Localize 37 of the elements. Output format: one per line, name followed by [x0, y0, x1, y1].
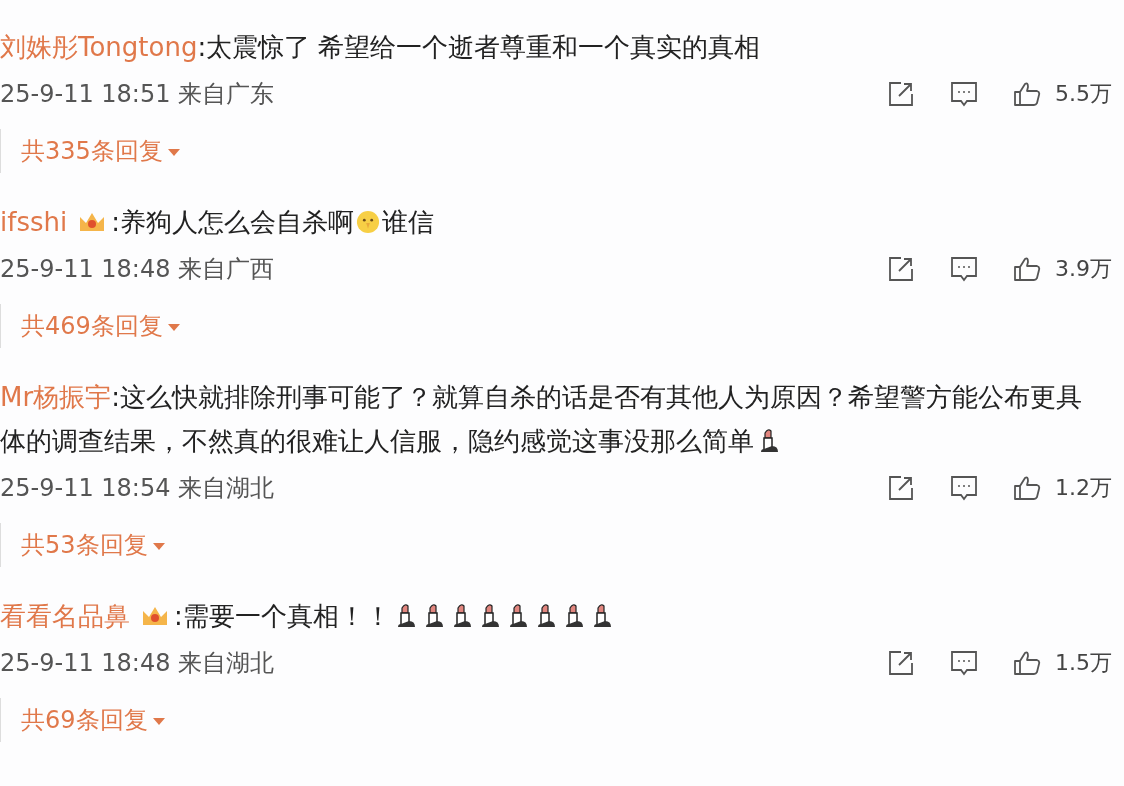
like-count: 5.5万 [1055, 80, 1112, 108]
share-icon[interactable] [887, 255, 915, 283]
face-emoji-icon [355, 209, 380, 235]
caret-icon [166, 322, 181, 332]
like-count: 1.2万 [1055, 474, 1112, 502]
like-icon[interactable] [1013, 255, 1041, 283]
replies-link[interactable]: 共53条回复 [21, 529, 166, 561]
share-icon[interactable] [887, 80, 915, 108]
comment-date: 25-9-11 18:48 来自湖北 [0, 648, 275, 679]
comment-text: 看看名品鼻 :需要一个真相！！ [0, 594, 1100, 638]
like-icon[interactable] [1013, 80, 1041, 108]
like-count: 3.9万 [1055, 255, 1112, 283]
comment-text: 刘姝彤Tongtong:太震惊了 希望给一个逝者尊重和一个真实的真相 [0, 31, 762, 64]
share-icon[interactable] [887, 474, 915, 502]
caret-icon [166, 147, 181, 157]
replies-link[interactable]: 共335条回复 [21, 135, 181, 167]
comment-icon[interactable] [950, 649, 978, 677]
username-link[interactable]: Mr杨振宇 [0, 382, 112, 412]
comment-text: Mr杨振宇:这么快就排除刑事可能了？就算自杀的话是否有其他人为原因？希望警方能公布更具体的调查结果，不然真的很难让人信服，隐约感觉这事没那么简单 [0, 381, 1083, 458]
caret-icon [151, 541, 166, 551]
username-link[interactable]: 刘姝彤Tongtong [0, 32, 198, 62]
like-icon[interactable] [1013, 649, 1041, 677]
share-icon[interactable] [887, 649, 915, 677]
replies-link[interactable]: 共69条回复 [21, 704, 166, 736]
comment-date: 25-9-11 18:48 来自广西 [0, 254, 275, 285]
caret-icon [151, 716, 166, 726]
comment-text: ifsshi :养狗人怎么会自杀啊 谁信 [0, 206, 435, 239]
username-link[interactable]: 看看名品鼻 [0, 601, 130, 631]
comment-icon[interactable] [950, 255, 978, 283]
like-icon[interactable] [1013, 474, 1041, 502]
replies-link[interactable]: 共469条回复 [21, 310, 181, 342]
username-link[interactable]: ifsshi [0, 207, 68, 237]
comment-icon[interactable] [950, 474, 978, 502]
comment-icon[interactable] [950, 80, 978, 108]
like-count: 1.5万 [1055, 649, 1112, 677]
comment-date: 25-9-11 18:54 来自湖北 [0, 473, 275, 504]
comment-date: 25-9-11 18:51 来自广东 [0, 79, 275, 110]
